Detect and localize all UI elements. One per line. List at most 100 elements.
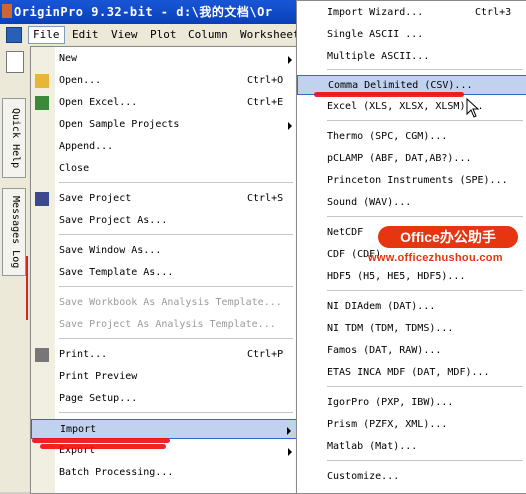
menu-item-label: Import (60, 424, 97, 435)
file-menu-item-append[interactable]: Append... (31, 137, 297, 157)
file-menu-item-save-project-as[interactable]: Save Project As... (31, 211, 297, 231)
file-menu-item-page-setup[interactable]: Page Setup... (31, 389, 297, 409)
menu-item-label: Save Workbook As Analysis Template... (59, 297, 282, 308)
menu-item-label: Save Template As... (59, 267, 174, 278)
shortcut-label: Ctrl+O (247, 75, 284, 86)
quick-help-tab[interactable]: Quick Help (2, 98, 26, 178)
file-menu-item-batch-processing[interactable]: Batch Processing... (31, 463, 297, 483)
file-menu: New Open... Ctrl+O Open Excel... Ctrl+E Open … (30, 46, 298, 494)
menu-item-label: Save Window As... (59, 245, 162, 256)
menu-item-label: Save Project (59, 193, 132, 204)
menu-item-label: Open... (59, 75, 102, 86)
menu-file[interactable]: File (28, 26, 65, 44)
menu-item-label: New (59, 53, 78, 64)
menu-item-label: Thermo (SPC, CGM)... (327, 131, 448, 142)
import-menu-item-sound-wav[interactable]: Sound (WAV)... (297, 193, 526, 213)
import-menu-item-etas-inca-mdf-dat-mdf[interactable]: ETAS INCA MDF (DAT, MDF)... (297, 363, 526, 383)
submenu-arrow-icon (288, 56, 292, 64)
menu-item-label: Sound (WAV)... (327, 197, 412, 208)
file-menu-item-save-template-as[interactable]: Save Template As... (31, 263, 297, 283)
left-dock: Quick Help Messages Log (0, 46, 31, 492)
red-annotation-scribble (314, 92, 464, 97)
file-menu-item-save-project-as-analysis-template: Save Project As Analysis Template... (31, 315, 297, 335)
file-menu-item-save-window-as[interactable]: Save Window As... (31, 241, 297, 261)
menu-separator (327, 386, 523, 387)
menu-item-label: Print... (59, 349, 108, 360)
file-menu-item-open-excel[interactable]: Open Excel... Ctrl+E (31, 93, 297, 113)
menu-item-label: Princeton Instruments (SPE)... (327, 175, 508, 186)
window-title: OriginPro 9.32-bit - d:\我的文档\Or (14, 5, 273, 19)
menu-item-label: Excel (XLS, XLSX, XLSM)... (327, 101, 484, 112)
import-menu-item-thermo-spc-cgm[interactable]: Thermo (SPC, CGM)... (297, 127, 526, 147)
menu-item-label: NI TDM (TDM, TDMS)... (327, 323, 454, 334)
mouse-cursor-icon (466, 98, 480, 118)
menu-separator (59, 338, 293, 339)
menu-item-label: Single ASCII ... (327, 29, 424, 40)
import-menu-item-single-ascii[interactable]: Single ASCII ... (297, 25, 526, 45)
import-menu-item-prism-pzfx-xml[interactable]: Prism (PZFX, XML)... (297, 415, 526, 435)
import-menu-item-princeton-instruments-spe[interactable]: Princeton Instruments (SPE)... (297, 171, 526, 191)
menu-separator (327, 290, 523, 291)
menu-item-label: Import Wizard... (327, 7, 424, 18)
menu-item-label: NetCDF (327, 227, 364, 238)
import-menu-item-excel-xls-xlsx-xlsm[interactable]: Excel (XLS, XLSX, XLSM)... (297, 97, 526, 117)
file-menu-item-open-sample-projects[interactable]: Open Sample Projects (31, 115, 297, 135)
menu-worksheet[interactable]: Worksheet (236, 27, 304, 43)
open-folder-icon (35, 74, 49, 88)
import-menu-item-import-wizard[interactable]: Import Wizard... Ctrl+3 (297, 3, 526, 23)
file-menu-item-close[interactable]: Close (31, 159, 297, 179)
submenu-arrow-icon (287, 427, 291, 435)
messages-log-tab[interactable]: Messages Log (2, 188, 26, 276)
menu-item-label: Customize... (327, 471, 400, 482)
menu-item-label: Open Excel... (59, 97, 138, 108)
import-menu-item-hdf5-h5-he5-hdf5[interactable]: HDF5 (H5, HE5, HDF5)... (297, 267, 526, 287)
menu-item-label: Append... (59, 141, 114, 152)
import-menu-item-customize[interactable]: Customize... (297, 467, 526, 487)
import-menu-item-multiple-ascii[interactable]: Multiple ASCII... (297, 47, 526, 67)
menu-separator (327, 460, 523, 461)
file-menu-item-import[interactable]: Import (31, 419, 297, 439)
import-menu-item-ni-tdm-tdm-tdms[interactable]: NI TDM (TDM, TDMS)... (297, 319, 526, 339)
red-annotation-scribble (32, 438, 170, 443)
shortcut-label: Ctrl+3 (475, 7, 512, 18)
printer-icon (35, 348, 49, 362)
import-menu-item-matlab-mat[interactable]: Matlab (Mat)... (297, 437, 526, 457)
menu-item-label: pCLAMP (ABF, DAT,AB?)... (327, 153, 472, 164)
import-menu-item-famos-dat-raw[interactable]: Famos (DAT, RAW)... (297, 341, 526, 361)
shortcut-label: Ctrl+E (247, 97, 284, 108)
menu-separator (327, 120, 523, 121)
menu-item-label: Save Project As Analysis Template... (59, 319, 276, 330)
menu-item-label: Page Setup... (59, 393, 138, 404)
menu-item-label: Save Project As... (59, 215, 168, 226)
menu-separator (59, 412, 293, 413)
file-menu-item-open[interactable]: Open... Ctrl+O (31, 71, 297, 91)
file-menu-item-save-project[interactable]: Save Project Ctrl+S (31, 189, 297, 209)
menu-separator (59, 182, 293, 183)
menu-plot[interactable]: Plot (146, 27, 181, 43)
menu-column[interactable]: Column (184, 27, 232, 43)
menu-separator (59, 234, 293, 235)
import-menu-item-ni-diadem-dat[interactable]: NI DIAdem (DAT)... (297, 297, 526, 317)
worksheet-grid-icon[interactable] (6, 27, 22, 43)
new-document-icon[interactable] (6, 51, 24, 73)
menu-item-label: IgorPro (PXP, IBW)... (327, 397, 454, 408)
file-menu-item-print-preview[interactable]: Print Preview (31, 367, 297, 387)
menu-separator (59, 286, 293, 287)
menu-item-label: Open Sample Projects (59, 119, 180, 130)
menu-item-label: Famos (DAT, RAW)... (327, 345, 442, 356)
menu-item-label: Print Preview (59, 371, 138, 382)
menu-item-label: Batch Processing... (59, 467, 174, 478)
dock-highlight-line (26, 256, 28, 320)
import-menu-item-pclamp-abf-dat-ab[interactable]: pCLAMP (ABF, DAT,AB?)... (297, 149, 526, 169)
menu-edit[interactable]: Edit (68, 27, 103, 43)
menu-item-label: Close (59, 163, 90, 174)
file-menu-item-new[interactable]: New (31, 49, 297, 69)
submenu-arrow-icon (288, 448, 292, 456)
file-menu-item-print[interactable]: Print... Ctrl+P (31, 345, 297, 365)
menu-item-label: Matlab (Mat)... (327, 441, 418, 452)
file-menu-item-save-workbook-as-analysis-template: Save Workbook As Analysis Template... (31, 293, 297, 313)
watermark-badge: Office办公助手 (378, 226, 518, 248)
menu-view[interactable]: View (107, 27, 142, 43)
import-menu-item-igorpro-pxp-ibw[interactable]: IgorPro (PXP, IBW)... (297, 393, 526, 413)
menu-item-label: NI DIAdem (DAT)... (327, 301, 436, 312)
